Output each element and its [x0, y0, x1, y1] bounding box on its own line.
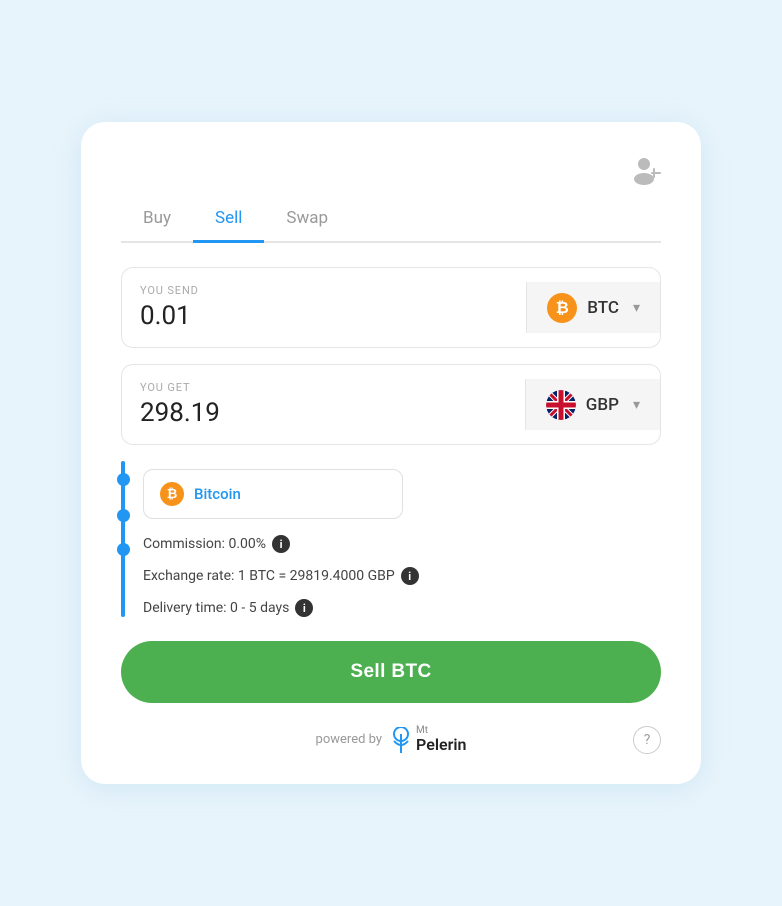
gbp-flag-icon	[546, 390, 576, 420]
receive-currency-select[interactable]: GBP ▾	[526, 379, 660, 430]
exchange-rate-text: Exchange rate: 1 BTC = 29819.4000 GBP	[143, 568, 395, 584]
commission-text: Commission: 0.00%	[143, 536, 266, 552]
exchange-rate-line: Exchange rate: 1 BTC = 29819.4000 GBP i	[143, 567, 661, 585]
send-value[interactable]: 0.01	[140, 301, 508, 331]
delivery-time-text: Delivery time: 0 - 5 days	[143, 600, 289, 616]
footer: powered by Mt Pelerin ?	[121, 725, 661, 754]
details-section: ₿ Bitcoin Commission: 0.00% i Exchange r…	[121, 461, 661, 617]
receive-label: YOU GET	[140, 381, 507, 394]
receive-currency-code: GBP	[586, 395, 619, 415]
bar-dot-2	[117, 509, 130, 522]
user-profile-button[interactable]	[627, 152, 661, 190]
receive-input-row: YOU GET 298.19 GB	[121, 364, 661, 445]
receive-input-left: YOU GET 298.19	[122, 379, 526, 430]
send-label: YOU SEND	[140, 284, 508, 297]
powered-by-section: powered by Mt Pelerin	[316, 725, 467, 754]
btc-icon: ₿	[547, 293, 577, 323]
sell-button[interactable]: Sell BTC	[121, 641, 661, 703]
tab-buy[interactable]: Buy	[121, 198, 193, 243]
header-row	[121, 152, 661, 190]
user-icon	[627, 152, 661, 186]
commission-line: Commission: 0.00% i	[143, 535, 661, 553]
pelerin-name: Mt Pelerin	[416, 725, 466, 754]
receive-value[interactable]: 298.19	[140, 398, 507, 428]
pelerin-brand: Pelerin	[416, 736, 466, 754]
send-currency-code: BTC	[587, 298, 619, 318]
details-lines: ₿ Bitcoin Commission: 0.00% i Exchange r…	[143, 461, 661, 617]
coin-dropdown-btc-icon: ₿	[160, 482, 184, 506]
main-card: Buy Sell Swap YOU SEND 0.01 ₿ BTC ▾ YOU …	[81, 122, 701, 784]
blue-accent-bar	[121, 461, 125, 617]
bar-dot-1	[117, 473, 130, 486]
receive-currency-chevron-icon: ▾	[633, 397, 640, 413]
tabs: Buy Sell Swap	[121, 198, 661, 243]
tab-sell[interactable]: Sell	[193, 198, 264, 243]
tab-swap[interactable]: Swap	[264, 198, 350, 243]
pelerin-logo: Mt Pelerin	[390, 725, 466, 754]
send-input-left: YOU SEND 0.01	[122, 282, 527, 333]
coin-dropdown[interactable]: ₿ Bitcoin	[143, 469, 403, 519]
powered-by-text: powered by	[316, 732, 383, 747]
bar-dot-3	[117, 543, 130, 556]
pelerin-logo-icon	[390, 727, 412, 753]
send-currency-chevron-icon: ▾	[633, 300, 640, 316]
commission-info-icon[interactable]: i	[272, 535, 290, 553]
delivery-time-info-icon[interactable]: i	[295, 599, 313, 617]
help-button[interactable]: ?	[633, 726, 661, 754]
send-input-row: YOU SEND 0.01 ₿ BTC ▾	[121, 267, 661, 348]
coin-dropdown-label: Bitcoin	[194, 485, 241, 503]
send-currency-select[interactable]: ₿ BTC ▾	[527, 282, 660, 333]
delivery-time-line: Delivery time: 0 - 5 days i	[143, 599, 661, 617]
exchange-rate-info-icon[interactable]: i	[401, 567, 419, 585]
